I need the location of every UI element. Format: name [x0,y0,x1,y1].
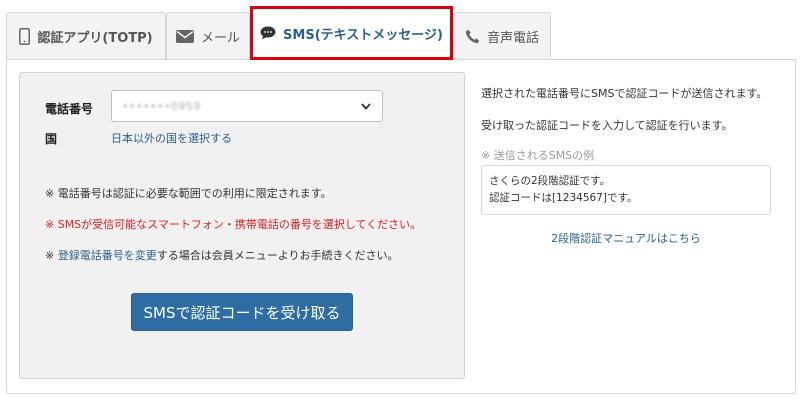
tab-sms[interactable]: SMS(テキストメッセージ) [250,6,453,60]
note-prefix: ※ [45,249,58,262]
tab-totp[interactable]: 認証アプリ(TOTP) [6,12,166,60]
tab-voice-label: 音声電話 [486,31,539,46]
speech-bubble-icon [260,26,276,40]
tab-sms-label: SMS(テキストメッセージ) [283,27,443,43]
two-factor-manual-link[interactable]: 2段階認証マニュアルはこちら [551,232,701,245]
tab-mail-label: メール [200,31,240,46]
sms-auth-panel: 電話番号 •••••••0959 国 日本以外の国を選択する ※ 電話番号は認証… [6,59,796,394]
sms-capable-warning: ※ SMSが受信可能なスマートフォン・携帯電話の番号を選択してください。 [45,218,422,231]
auth-method-tabs: 認証アプリ(TOTP) メール SMS(テキストメッセージ) 音声電話 [6,6,796,60]
sms-example-box: さくらの2段階認証です。 認証コードは[1234567]です。 [481,165,771,215]
chevron-down-icon [360,100,372,112]
country-label: 国 [45,132,58,146]
smartphone-icon [19,28,31,45]
phone-number-value: •••••••0959 [122,99,201,113]
info-line-2: 受け取った認証コードを入力して認証を行います。 [481,119,733,132]
envelope-icon [175,30,194,43]
note-suffix: する場合は会員メニューよりお手続きください。 [156,249,399,262]
phone-form-card: 電話番号 •••••••0959 国 日本以外の国を選択する ※ 電話番号は認証… [19,72,465,379]
manual-link-row: 2段階認証マニュアルはこちら [481,230,771,246]
tab-totp-label: 認証アプリ(TOTP) [37,31,153,46]
change-phone-link[interactable]: 登録電話番号を変更 [58,249,157,262]
tab-voice[interactable]: 音声電話 [453,12,551,60]
tab-mail[interactable]: メール [166,12,250,60]
sms-example-label: ※ 送信されるSMSの例 [481,149,595,162]
info-line-1: 選択された電話番号にSMSで認証コードが送信されます。 [481,87,768,100]
phone-icon [465,29,480,44]
usage-note: ※ 電話番号は認証に必要な範囲での利用に限定されます。 [45,187,332,200]
change-number-note: ※ 登録電話番号を変更する場合は会員メニューよりお手続きください。 [45,247,399,263]
sms-example-line-1: さくらの2段階認証です。 [489,175,611,187]
phone-label: 電話番号 [45,102,94,116]
phone-number-select[interactable]: •••••••0959 [111,90,383,122]
receive-sms-code-button[interactable]: SMSで認証コードを受け取る [131,293,353,331]
sms-example-line-2: 認証コードは[1234567]です。 [489,192,638,204]
select-other-country-link[interactable]: 日本以外の国を選択する [111,130,232,146]
